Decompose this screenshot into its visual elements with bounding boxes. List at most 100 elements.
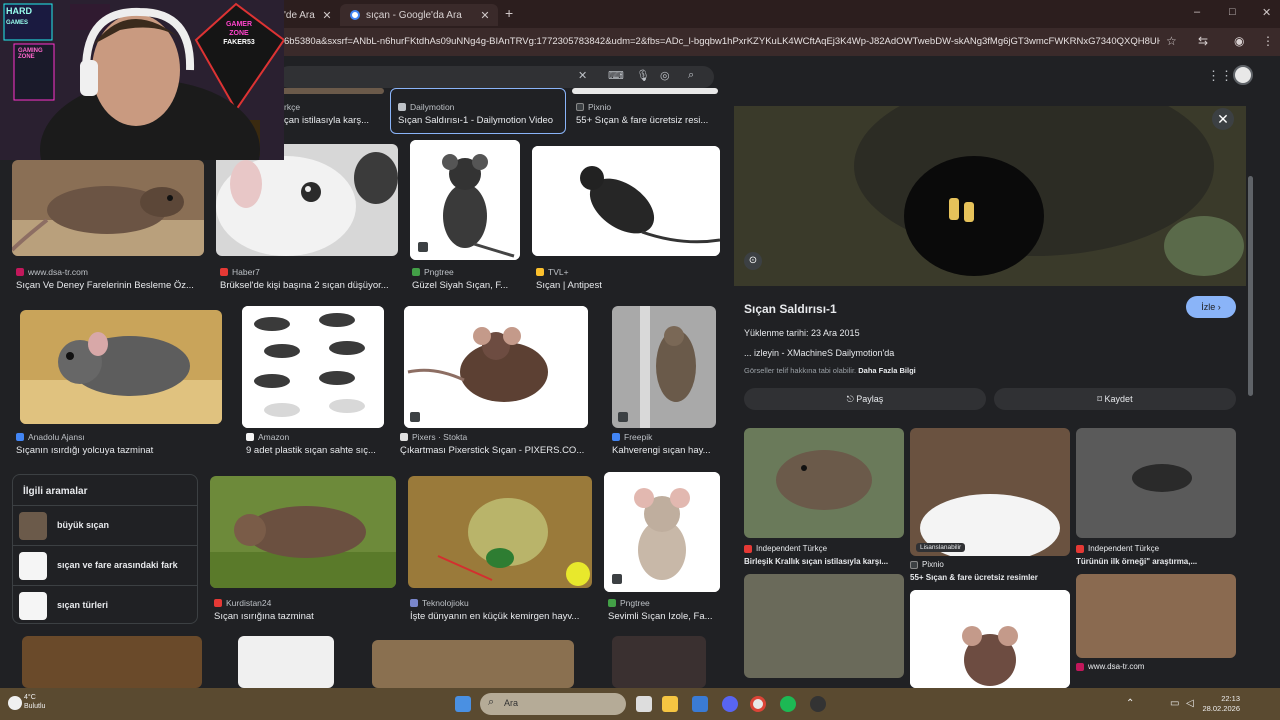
result-image-brown-rat[interactable] — [12, 160, 204, 256]
related-caption[interactable]: 55+ Sıçan & fare ücretsiz resimler — [910, 573, 1070, 582]
result-image[interactable] — [22, 636, 202, 688]
apps-grid-icon[interactable]: ⋮⋮ — [1207, 68, 1233, 84]
pngtree-icon — [412, 268, 420, 276]
account-avatar[interactable] — [1233, 65, 1253, 85]
result-caption[interactable]: Çıkartması Pixerstick Sıçan - PIXERS.CO.… — [400, 445, 590, 456]
discord-icon[interactable] — [722, 696, 738, 712]
tab-sican-search[interactable]: sıçan - Google'da Ara ✕ — [340, 4, 498, 26]
address-bar[interactable]: 6b5380a&sxsrf=ANbL-n6hurFKtdhAs09uNNg4g-… — [284, 36, 1160, 47]
result-image-rat-grass[interactable] — [210, 476, 396, 588]
result-caption[interactable]: Sıçan | Antipest — [536, 280, 718, 291]
tray-chevron-icon[interactable]: ⌃ — [1126, 698, 1134, 709]
result-image-black-rat-standing[interactable] — [410, 140, 520, 260]
result-image[interactable] — [372, 640, 574, 688]
result-image[interactable] — [238, 636, 334, 688]
spotify-icon[interactable] — [780, 696, 796, 712]
taskbar-search[interactable]: ⌕ Ara — [480, 693, 626, 715]
search-input[interactable]: ✕ ⌨ 🎙 ◎ ⌕ — [278, 66, 714, 88]
related-image[interactable] — [744, 574, 904, 678]
image-type-badge-icon — [410, 412, 420, 422]
share-button[interactable]: ⎋ Paylaş — [744, 388, 986, 410]
translate-icon[interactable]: ⇆ — [1198, 34, 1208, 48]
result-image-brown-rat-white[interactable] — [404, 306, 588, 428]
clear-search-icon[interactable]: ✕ — [578, 69, 587, 82]
close-panel-button[interactable]: ✕ — [1212, 108, 1234, 130]
close-window-button[interactable]: ✕ — [1262, 6, 1271, 19]
network-icon[interactable]: ▭ — [1170, 698, 1179, 709]
tab-title: sıçan - Google'da Ara — [366, 9, 462, 21]
result-image-opossum[interactable] — [216, 144, 398, 256]
tab-close-icon[interactable]: ✕ — [320, 9, 334, 22]
result-image-plastic-rats[interactable] — [242, 306, 384, 428]
task-view-icon[interactable] — [636, 696, 652, 712]
obs-icon[interactable] — [810, 696, 826, 712]
panel-title[interactable]: Sıçan Saldırısı-1 — [744, 302, 837, 316]
maximize-button[interactable]: □ — [1229, 6, 1236, 18]
result-caption[interactable]: Güzel Siyah Sıçan, F... — [412, 280, 520, 291]
volume-icon[interactable]: ◁ — [1186, 698, 1194, 709]
watch-button[interactable]: İzle › — [1186, 296, 1236, 318]
plastic-rats-image — [242, 306, 384, 428]
result-image-black-rat-white[interactable] — [532, 146, 720, 256]
keyboard-icon[interactable]: ⌨ — [608, 69, 624, 82]
tab-close-icon[interactable]: ✕ — [478, 9, 492, 22]
result-source: Pngtree — [608, 598, 720, 608]
result-caption[interactable]: Sevimli Sıçan Izole, Fa... — [608, 611, 720, 622]
menu-dots-icon[interactable]: ⋮ — [1262, 34, 1274, 48]
new-tab-button[interactable]: + — [505, 5, 513, 21]
result-caption[interactable]: Sıçan ısırığına tazminat — [214, 611, 394, 622]
result-caption[interactable]: Sıçan Ve Deney Farelerinin Besleme Öz... — [16, 280, 204, 291]
grey-rat-box-image — [20, 310, 222, 424]
related-search-label: sıçan türleri — [57, 600, 109, 610]
related-search-item[interactable]: sıçan ve fare arasındaki fark — [13, 545, 197, 585]
related-image[interactable]: Lisanslanabilir — [910, 428, 1070, 556]
page-scrollbar[interactable] — [1248, 176, 1253, 396]
related-search-item[interactable]: büyük sıçan — [13, 505, 197, 545]
result-source: Kurdistan24 — [214, 598, 394, 608]
result-image-small-rodent[interactable] — [408, 476, 592, 588]
related-image[interactable] — [1076, 428, 1236, 538]
taskbar-clock[interactable]: 22:13 28.02.2026 — [1200, 694, 1240, 714]
result-caption[interactable]: Sıçanın ısırdığı yolcuya tazminat — [16, 445, 222, 456]
result-caption[interactable]: İşte dünyanın en küçük kemirgen hayv... — [410, 611, 594, 622]
result-caption[interactable]: Brüksel'de kişi başına 2 sıçan düşüyor..… — [220, 280, 396, 291]
result-caption[interactable]: çan istilasıyla karş... — [284, 115, 384, 126]
result-caption[interactable]: Kahverengi sıçan hay... — [612, 445, 716, 456]
result-caption[interactable]: 9 adet plastik sıçan sahte sıç... — [246, 445, 384, 456]
related-caption[interactable]: Birleşik Krallık sıçan istilasıyla karşı… — [744, 557, 904, 566]
related-caption[interactable]: Türünün ilk örneği" araştırma,... — [1076, 557, 1236, 566]
related-search-item[interactable]: sıçan türleri — [13, 585, 197, 625]
weather-cloud-icon[interactable] — [8, 696, 22, 710]
extension-icon[interactable]: ◉ — [1234, 34, 1244, 48]
lens-icon[interactable]: ⊙ — [744, 252, 762, 270]
bookmark-star-icon[interactable]: ☆ — [1166, 34, 1177, 48]
result-image[interactable] — [280, 88, 384, 94]
result-caption[interactable]: Sıçan Saldırısı-1 - Dailymotion Video — [398, 115, 560, 126]
related-image[interactable] — [744, 428, 904, 538]
tab-previous-search[interactable]: 'de Ara ✕ — [284, 4, 340, 26]
search-icon[interactable]: ⌕ — [688, 69, 694, 82]
more-info-link[interactable]: Daha Fazla Bilgi — [858, 366, 916, 375]
file-explorer-icon[interactable] — [662, 696, 678, 712]
preview-image[interactable] — [734, 106, 1246, 286]
result-image-rat-pole[interactable] — [612, 306, 716, 428]
result-image-cute-rat[interactable] — [604, 472, 720, 592]
result-caption[interactable]: 55+ Sıçan & fare ücretsiz resi... — [576, 115, 716, 126]
result-image-grey-rat-box[interactable] — [20, 310, 222, 424]
weather-widget[interactable]: 4°C Bulutlu — [24, 693, 45, 711]
related-image[interactable] — [910, 590, 1070, 688]
pixnio-icon — [910, 560, 918, 569]
store-icon[interactable] — [692, 696, 708, 712]
minimize-button[interactable]: – — [1194, 6, 1200, 18]
chrome-icon[interactable] — [750, 696, 766, 712]
result-image[interactable] — [572, 88, 718, 94]
voice-search-icon[interactable]: 🎙 — [636, 69, 650, 82]
start-windows-icon[interactable] — [455, 696, 471, 712]
related-search-thumb — [19, 552, 47, 580]
pngtree-icon — [608, 599, 616, 607]
independent-icon — [1076, 544, 1084, 553]
result-image[interactable] — [612, 636, 706, 688]
lens-search-icon[interactable]: ◎ — [660, 69, 670, 82]
save-button[interactable]: ⌑ Kaydet — [994, 388, 1236, 410]
related-image[interactable] — [1076, 574, 1236, 658]
